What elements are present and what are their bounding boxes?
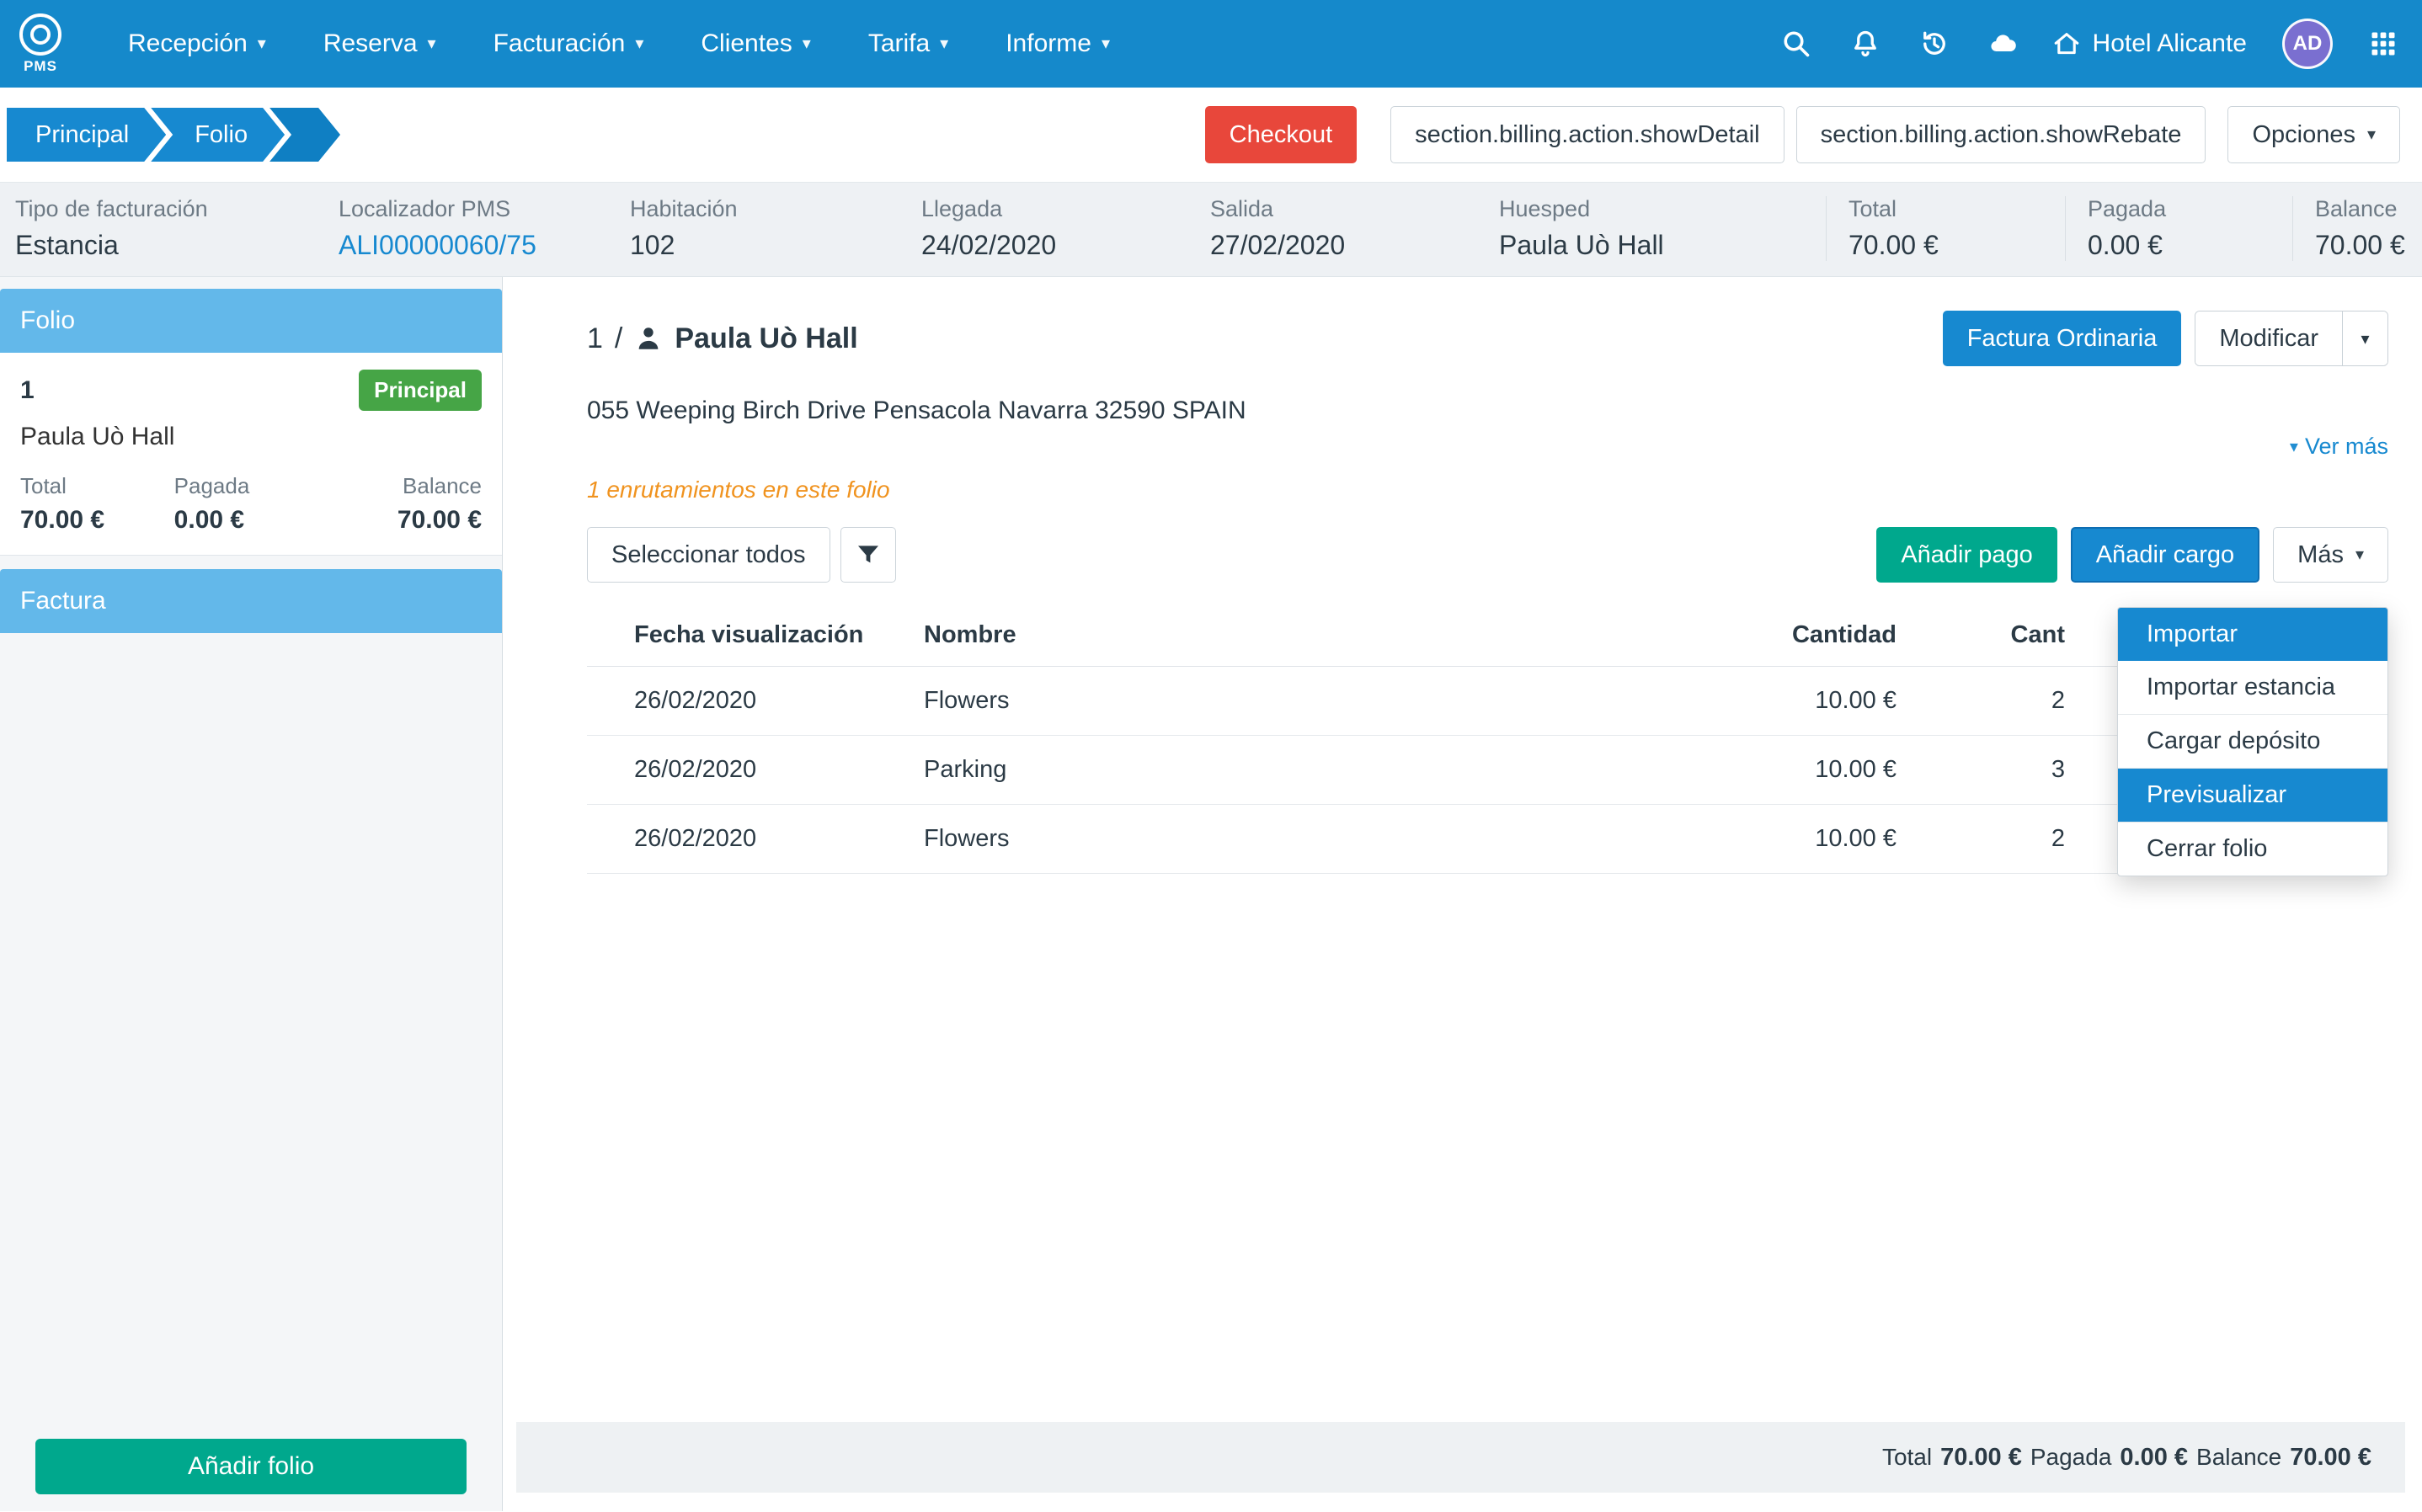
menu-item-importar[interactable]: Importar	[2118, 608, 2387, 661]
col-header-cant: Cant	[1897, 604, 2065, 667]
sidebar-factura-header[interactable]: Factura	[0, 569, 502, 633]
guest-address: 055 Weeping Birch Drive Pensacola Navarr…	[587, 397, 2388, 425]
routing-note: 1 enrutamientos en este folio	[587, 476, 2388, 503]
ver-mas-link[interactable]: ▾ Ver más	[2290, 434, 2388, 460]
chevron-down-icon: ▾	[803, 35, 811, 52]
menu-informe[interactable]: Informe▾	[977, 0, 1139, 88]
person-icon	[634, 324, 663, 353]
chevron-down-icon: ▾	[2367, 126, 2376, 143]
home-icon	[2052, 29, 2081, 58]
breadcrumb-row: Principal Folio Checkout section.billing…	[0, 88, 2422, 182]
sidebar-folio-header[interactable]: Folio	[0, 289, 502, 353]
top-nav: PMS Recepción▾ Reserva▾ Facturación▾ Cli…	[0, 0, 2422, 88]
col-header-cantidad: Cantidad	[1644, 604, 1897, 667]
add-folio-button[interactable]: Añadir folio	[35, 1439, 467, 1494]
cloud-icon[interactable]	[1988, 29, 2019, 59]
main-menu: Recepción▾ Reserva▾ Facturación▾ Cliente…	[99, 0, 1139, 88]
localizador-link[interactable]: ALI00000060/75	[339, 230, 630, 261]
field-habitacion: Habitación 102	[630, 196, 921, 261]
chevron-down-icon: ▾	[635, 35, 643, 52]
checkout-button[interactable]: Checkout	[1205, 106, 1358, 163]
guest-name: Paula Uò Hall	[675, 322, 857, 355]
breadcrumb-folio[interactable]: Folio	[151, 108, 285, 162]
menu-clientes[interactable]: Clientes▾	[672, 0, 839, 88]
chevron-down-icon: ▾	[428, 35, 436, 52]
more-dropdown-menu: Importar Importar estancia Cargar depósi…	[2117, 607, 2388, 876]
field-llegada: Llegada 24/02/2020	[921, 196, 1210, 261]
field-tipo-facturacion: Tipo de facturación Estancia	[15, 196, 339, 261]
select-all-button[interactable]: Seleccionar todos	[587, 527, 830, 583]
col-header-nombre: Nombre	[924, 604, 1644, 667]
menu-item-previsualizar[interactable]: Previsualizar	[2118, 768, 2387, 822]
folio-pagada: Pagada 0.00 €	[174, 473, 328, 535]
hotel-selector[interactable]: Hotel Alicante	[2052, 29, 2247, 58]
field-pagada: Pagada 0.00 €	[2065, 196, 2292, 261]
notifications-bell-icon[interactable]	[1850, 29, 1881, 59]
menu-item-cerrar-folio[interactable]: Cerrar folio	[2118, 822, 2387, 876]
reservation-info-bar: Tipo de facturación Estancia Localizador…	[0, 182, 2422, 277]
show-detail-button[interactable]: section.billing.action.showDetail	[1390, 106, 1784, 163]
menu-reserva[interactable]: Reserva▾	[295, 0, 465, 88]
menu-facturacion[interactable]: Facturación▾	[465, 0, 673, 88]
field-localizador-pms: Localizador PMS ALI00000060/75	[339, 196, 630, 261]
history-icon[interactable]	[1919, 29, 1950, 59]
chevron-down-icon: ▾	[258, 35, 266, 52]
folio-balance: Balance 70.00 €	[328, 473, 482, 535]
folio-sidebar: Folio 1 Principal Paula Uò Hall Total 70…	[0, 277, 503, 1511]
folio-detail-panel: 1 / Paula Uò Hall Factura Ordinaria Modi…	[503, 277, 2422, 1511]
menu-item-importar-estancia[interactable]: Importar estancia	[2118, 661, 2387, 714]
field-huesped: Huesped Paula Uò Hall	[1499, 196, 1826, 261]
show-rebate-button[interactable]: section.billing.action.showRebate	[1796, 106, 2206, 163]
folio-list-item[interactable]: 1 Principal Paula Uò Hall Total 70.00 € …	[0, 353, 502, 556]
field-salida: Salida 27/02/2020	[1210, 196, 1499, 261]
apps-grid-icon[interactable]	[2368, 29, 2398, 59]
filter-button[interactable]	[840, 527, 896, 583]
folio-guest-name: Paula Uò Hall	[20, 423, 482, 451]
chevron-down-icon: ▾	[940, 35, 948, 52]
pms-logo[interactable]: PMS	[15, 13, 66, 75]
search-icon[interactable]	[1781, 29, 1811, 59]
chevron-down-icon: ▾	[2355, 546, 2364, 563]
menu-tarifa[interactable]: Tarifa▾	[840, 0, 977, 88]
folio-number: 1	[20, 376, 35, 405]
chevron-down-icon: ▾	[2290, 439, 2298, 455]
more-button[interactable]: Más▾	[2273, 527, 2388, 583]
field-balance: Balance 70.00 €	[2292, 196, 2407, 261]
options-button[interactable]: Opciones▾	[2227, 106, 2400, 163]
folio-title: 1 / Paula Uò Hall	[587, 322, 858, 355]
breadcrumb-principal[interactable]: Principal	[7, 108, 166, 162]
hotel-name: Hotel Alicante	[2093, 29, 2247, 58]
modificar-caret[interactable]: ▾	[2342, 311, 2387, 365]
principal-badge: Principal	[359, 370, 482, 411]
menu-recepcion[interactable]: Recepción▾	[99, 0, 295, 88]
factura-ordinaria-button[interactable]: Factura Ordinaria	[1943, 311, 2182, 366]
pms-logo-label: PMS	[24, 58, 57, 75]
modificar-button[interactable]: Modificar	[2195, 311, 2342, 365]
add-payment-button[interactable]: Añadir pago	[1876, 527, 2057, 583]
pms-logo-icon	[19, 13, 61, 56]
totals-footer: Total 70.00 € Pagada 0.00 € Balance 70.0…	[516, 1422, 2405, 1493]
charges-toolbar: Seleccionar todos Añadir pago Añadir car…	[587, 527, 2388, 583]
menu-item-cargar-deposito[interactable]: Cargar depósito	[2118, 714, 2387, 768]
filter-funnel-icon	[855, 541, 882, 568]
modificar-split-button: Modificar ▾	[2195, 311, 2388, 366]
user-avatar[interactable]: AD	[2282, 19, 2333, 69]
col-header-fecha: Fecha visualización	[587, 604, 924, 667]
folio-total: Total 70.00 €	[20, 473, 174, 535]
field-total: Total 70.00 €	[1826, 196, 2065, 261]
chevron-down-icon: ▾	[1102, 35, 1110, 52]
add-charge-button[interactable]: Añadir cargo	[2071, 527, 2259, 583]
